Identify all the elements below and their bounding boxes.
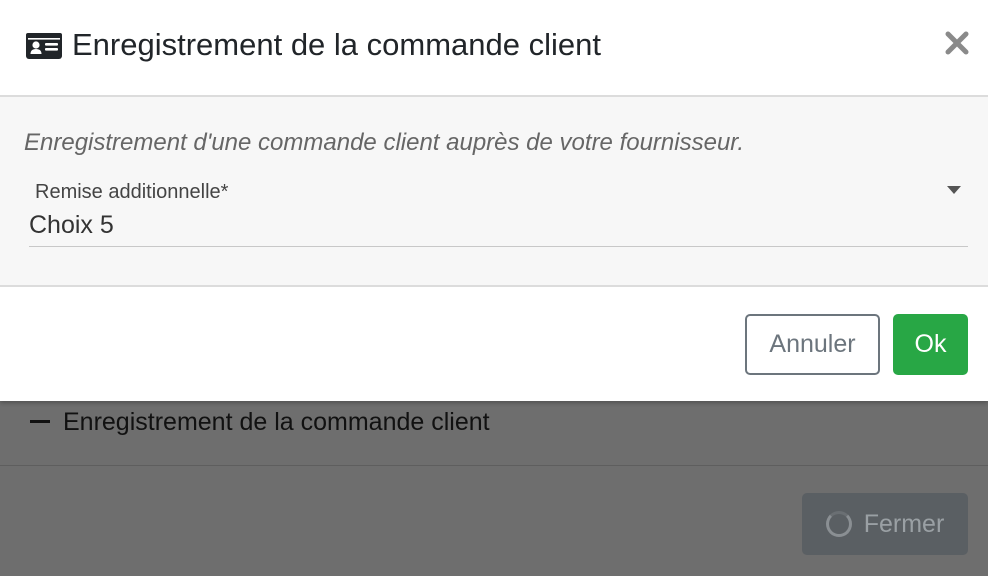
cancel-button[interactable]: Annuler (745, 314, 880, 375)
close-page-button-label: Fermer (863, 509, 945, 538)
id-card-icon (26, 33, 62, 59)
close-icon[interactable] (944, 30, 970, 56)
modal-header: Enregistrement de la commande client (0, 0, 988, 97)
field-value: Choix 5 (29, 211, 114, 239)
ok-button[interactable]: Ok (893, 314, 968, 375)
minus-icon (30, 420, 50, 423)
modal-footer: Annuler Ok (0, 287, 988, 401)
section-header[interactable]: Enregistrement de la commande client (0, 396, 988, 466)
close-page-button[interactable]: Fermer (802, 493, 968, 555)
section-title: Enregistrement de la commande client (63, 408, 490, 436)
modal-dialog: Enregistrement de la commande client Enr… (0, 0, 988, 401)
remise-additionnelle-select[interactable]: Remise additionnelle* Choix 5 (29, 179, 968, 247)
spinner-icon (825, 511, 852, 537)
field-label: Remise additionnelle* (35, 181, 229, 203)
modal-description: Enregistrement d'une commande client aup… (24, 129, 745, 156)
caret-down-icon (947, 186, 961, 194)
modal-body: Enregistrement d'une commande client aup… (0, 97, 988, 287)
modal-title: Enregistrement de la commande client (72, 27, 601, 62)
